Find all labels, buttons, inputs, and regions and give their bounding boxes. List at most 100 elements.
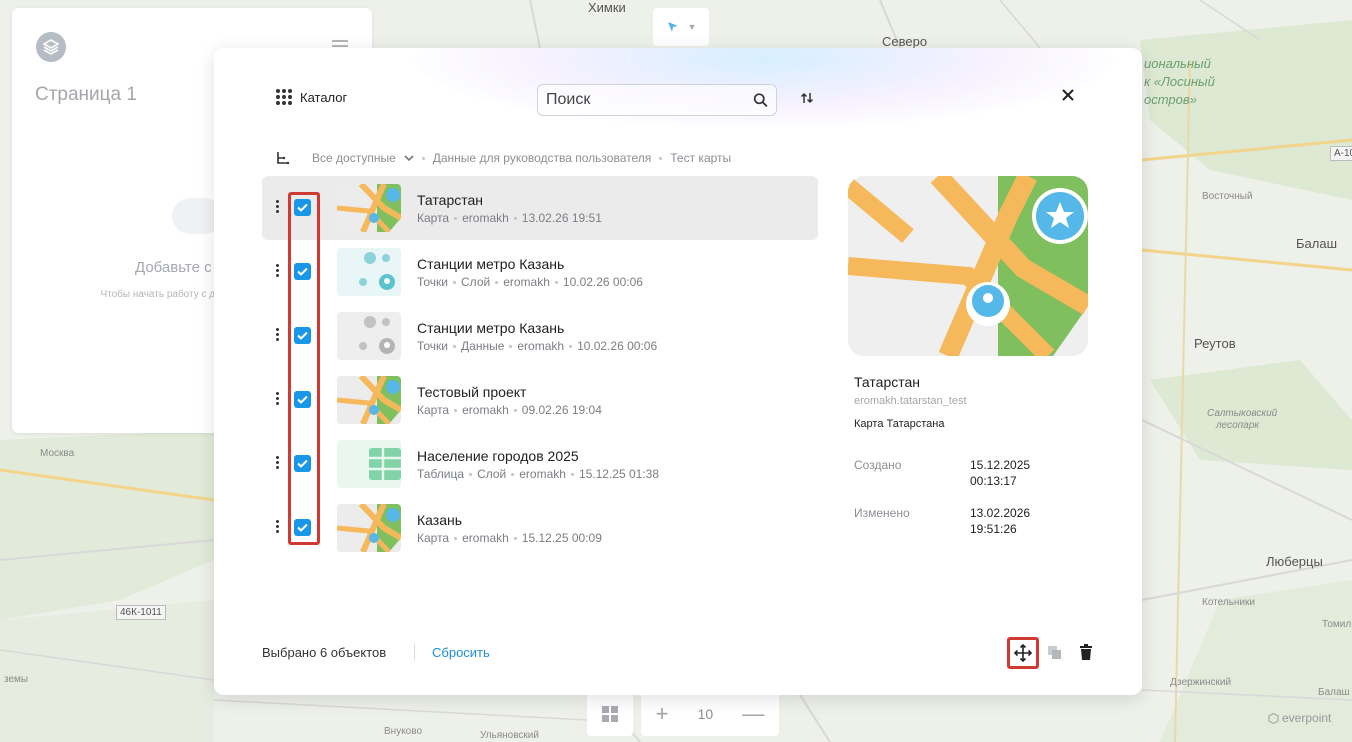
basemap-grid-button[interactable] [587, 692, 633, 736]
close-button[interactable] [1061, 88, 1079, 106]
checkmark-icon [297, 395, 308, 404]
list-item[interactable]: Казань Карта eromakh 15.12.25 00:09 [262, 496, 818, 560]
item-checkbox[interactable] [294, 455, 311, 472]
item-meta-value: Карта [417, 211, 450, 225]
list-item[interactable]: Станции метро Казань Точки Слой eromakh 10.0… [262, 240, 818, 304]
item-name: Казань [417, 512, 463, 528]
map-label-moskva: Москва [40, 448, 75, 459]
item-meta-value: eromakh [462, 531, 509, 545]
more-actions-icon[interactable] [276, 328, 279, 341]
catalog-header: Каталог [214, 48, 1142, 148]
modified-label: Изменено [854, 506, 910, 520]
more-actions-icon[interactable] [276, 264, 279, 277]
map-label-vostochny: Восточный [1202, 191, 1253, 202]
created-label: Создано [854, 458, 902, 472]
close-icon [1062, 89, 1074, 101]
item-meta: Карта eromakh 09.02.26 19:04 [417, 403, 602, 417]
item-meta-value: 09.02.26 19:04 [521, 403, 602, 417]
map-label-ulyanovsky: Ульяновский [480, 730, 539, 741]
more-actions-icon[interactable] [276, 520, 279, 533]
breadcrumb: Все доступные Данные для руководства пол… [276, 151, 731, 165]
map-label-dzerzhinsky: Дзержинский [1170, 677, 1232, 688]
list-item[interactable]: Татарстан Карта eromakh 13.02.26 19:51 [262, 176, 818, 240]
selected-count: Выбрано 6 объектов [262, 645, 387, 660]
brand-hex-icon [1268, 712, 1279, 724]
move-button[interactable] [1007, 637, 1039, 669]
item-name: Станции метро Казань [417, 256, 565, 272]
list-item[interactable]: Станции метро Казань Точки Данные eromakh 10… [262, 304, 818, 368]
breadcrumb-item[interactable]: Тест карты [670, 151, 731, 165]
zoom-level: 10 [697, 706, 714, 722]
grid-icon [602, 706, 618, 722]
chevron-down-icon: ▼ [687, 22, 697, 32]
item-meta-value: 15.12.25 00:09 [521, 531, 602, 545]
item-meta-value: Слой [477, 467, 507, 481]
catalog-modal: Каталог Все доступные Данные для руковод… [214, 48, 1142, 695]
zoom-out-button[interactable]: — [742, 701, 764, 727]
item-checkbox[interactable] [294, 327, 311, 344]
item-name: Станции метро Казань [417, 320, 565, 336]
detail-description: Карта Татарстана [854, 418, 945, 430]
navigation-mode-button[interactable]: ▼ [653, 8, 709, 46]
item-checkbox[interactable] [294, 263, 311, 280]
chevron-down-icon[interactable] [404, 154, 414, 162]
item-meta-value: eromakh [519, 467, 566, 481]
item-meta-value: 13.02.26 19:51 [521, 211, 602, 225]
item-meta-value: eromakh [462, 211, 509, 225]
folder-tree-icon[interactable] [276, 151, 290, 165]
item-meta-value: Таблица [417, 467, 465, 481]
apps-icon [276, 89, 292, 105]
breadcrumb-item[interactable]: Данные для руководства пользователя [433, 151, 652, 165]
item-thumbnail [337, 184, 401, 232]
item-meta-value: eromakh [503, 275, 550, 289]
item-meta-value: eromakh [517, 339, 565, 353]
more-actions-icon[interactable] [276, 456, 279, 469]
item-thumbnail [337, 504, 401, 552]
move-icon [1014, 644, 1032, 662]
app-logo-icon[interactable] [36, 32, 66, 62]
search-input[interactable] [546, 91, 753, 109]
map-label-severo: Северо [882, 34, 928, 49]
reset-selection-link[interactable]: Сбросить [432, 645, 490, 660]
add-layers-title: Добавьте с [135, 259, 212, 276]
more-actions-icon[interactable] [276, 200, 279, 213]
detail-title: Татарстан [854, 374, 921, 390]
item-meta-value: Точки [417, 339, 449, 353]
item-checkbox[interactable] [294, 199, 311, 216]
breadcrumb-root[interactable]: Все доступные [312, 151, 396, 165]
zoom-control: + 10 — [641, 692, 779, 736]
delete-button[interactable] [1079, 644, 1093, 665]
item-meta: Таблица Слой eromakh 15.12.25 01:38 [417, 467, 659, 481]
zoom-in-button[interactable]: + [656, 701, 669, 727]
map-label-vnukovo: Внуково [384, 726, 423, 737]
item-name: Татарстан [417, 192, 484, 208]
pointer-icon [667, 22, 678, 32]
more-actions-icon[interactable] [276, 392, 279, 405]
map-label-balash2: Балаш [1318, 687, 1350, 698]
brand-logo: everpoint [1268, 711, 1331, 725]
item-meta-value: eromakh [462, 403, 509, 417]
item-meta-value: 10.02.26 00:06 [562, 275, 643, 289]
catalog-list: Татарстан Карта eromakh 13.02.26 19:51 Станц… [262, 176, 818, 560]
item-name: Тестовый проект [417, 384, 527, 400]
item-meta: Точки Данные eromakh 10.02.26 00:06 [417, 339, 657, 353]
detail-id: eromakh.tatarstan_test [854, 395, 967, 407]
map-road-badge: А-10 [1330, 146, 1352, 161]
item-meta-value: 15.12.25 01:38 [578, 467, 660, 481]
map-label-forest: лесопарк [1216, 420, 1259, 431]
search-icon[interactable] [753, 91, 768, 109]
sort-icon [800, 92, 814, 104]
list-item[interactable]: Население городов 2025 Таблица Слой eromakh… [262, 432, 818, 496]
checkmark-icon [297, 203, 308, 212]
modified-time: 19:51:26 [970, 522, 1017, 536]
list-item[interactable]: Тестовый проект Карта eromakh 09.02.26 19:0… [262, 368, 818, 432]
item-checkbox[interactable] [294, 391, 311, 408]
sort-button[interactable] [800, 91, 814, 108]
catalog-menu-button[interactable]: Каталог [276, 89, 347, 105]
item-checkbox[interactable] [294, 519, 311, 536]
modified-date: 13.02.2026 [970, 506, 1031, 520]
copy-button[interactable] [1047, 645, 1063, 666]
checkmark-icon [297, 331, 308, 340]
item-meta: Точки Слой eromakh 10.02.26 00:06 [417, 275, 643, 289]
item-meta-value: 10.02.26 00:06 [577, 339, 658, 353]
